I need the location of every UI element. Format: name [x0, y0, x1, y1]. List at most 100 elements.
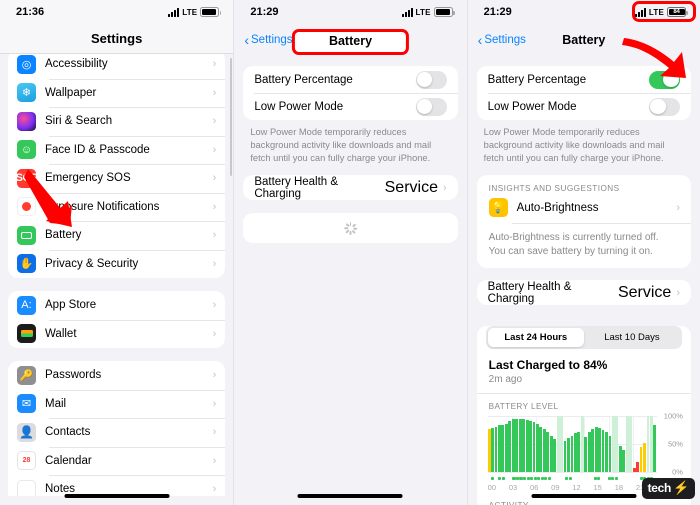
- sidebar-item-wallet[interactable]: Wallet ›: [8, 319, 226, 349]
- battery-percentage-toggle[interactable]: [415, 70, 447, 89]
- battery-percentage-row[interactable]: Battery Percentage: [477, 66, 691, 93]
- accessibility-icon: ◎: [17, 54, 36, 74]
- low-power-mode-footnote: Low Power Mode temporarily reduces backg…: [483, 127, 665, 163]
- cellular-signal-icon: [401, 7, 413, 17]
- chevron-right-icon: ›: [212, 200, 217, 213]
- sidebar-item-label: Wallet: [45, 327, 77, 340]
- battery-level-chart: 100% 50% 0%: [477, 412, 691, 477]
- sidebar-item-label: Emergency SOS: [45, 172, 131, 185]
- back-button[interactable]: ‹ Settings: [244, 33, 292, 47]
- last-charged-label: Last Charged to 84%: [488, 358, 608, 373]
- chevron-right-icon: ›: [676, 201, 680, 214]
- cellular-signal-icon: [168, 7, 180, 17]
- sidebar-item-battery[interactable]: Battery ›: [8, 221, 226, 250]
- wallet-icon: [17, 324, 36, 344]
- sidebar-item-label: Battery: [45, 229, 82, 242]
- panel-battery-after: 21:29 LTE 84 ‹ Settings Battery Battery …: [466, 0, 700, 505]
- sidebar-item-contacts[interactable]: 👤 Contacts ›: [8, 418, 226, 447]
- chevron-right-icon: ›: [212, 86, 217, 99]
- calendar-icon: 28: [17, 451, 36, 471]
- battery-health-row[interactable]: Battery Health & Charging Service ›: [243, 175, 457, 200]
- battery-health-value: Service: [617, 283, 672, 301]
- battery-health-value: Service: [384, 178, 438, 196]
- sidebar-item-siri-search[interactable]: Siri & Search ›: [8, 107, 226, 136]
- segment-last-10-days[interactable]: Last 10 Days: [584, 328, 680, 347]
- chevron-right-icon: ›: [212, 454, 217, 467]
- battery-health-card: Battery Health & Charging Service ›: [476, 280, 691, 306]
- sidebar-item-exposure-notifications[interactable]: Exposure Notifications ›: [8, 192, 226, 222]
- last-charged-ago: 2m ago: [476, 372, 691, 395]
- insights-header: INSIGHTS AND SUGGESTIONS: [488, 184, 620, 194]
- status-battery-icon: [200, 7, 222, 17]
- chevron-right-icon: ›: [212, 426, 217, 439]
- battery-percentage-row[interactable]: Battery Percentage: [243, 66, 457, 93]
- status-battery-indicator: 84: [666, 7, 688, 17]
- low-power-mode-label: Low Power Mode: [487, 100, 577, 113]
- chevron-right-icon: ›: [212, 327, 217, 340]
- chart-y-axis: 100% 50% 0%: [657, 412, 683, 477]
- watermark-text: tech: [647, 481, 672, 495]
- x-tick-label: 03: [508, 483, 518, 493]
- sidebar-item-label: Mail: [45, 397, 67, 410]
- back-button[interactable]: ‹ Settings: [478, 33, 526, 47]
- y-tick-label: 100%: [663, 411, 683, 421]
- exposure-icon: [17, 197, 36, 217]
- sidebar-item-mail[interactable]: ✉ Mail ›: [8, 389, 226, 419]
- segment-last-24-hours[interactable]: Last 24 Hours: [487, 328, 584, 348]
- status-bar: 21:29 LTE 84: [468, 0, 700, 24]
- status-time: 21:36: [16, 6, 45, 18]
- chart-bars: [487, 416, 657, 473]
- chevron-right-icon: ›: [676, 286, 680, 299]
- x-tick-label: 18: [614, 483, 624, 493]
- home-indicator: [64, 494, 170, 498]
- sidebar-item-calendar[interactable]: 28 Calendar ›: [8, 446, 226, 476]
- chevron-right-icon: ›: [212, 58, 217, 71]
- sidebar-item-wallpaper[interactable]: ❄ Wallpaper ›: [8, 78, 226, 108]
- sidebar-item-accessibility[interactable]: ◎ Accessibility ›: [8, 54, 225, 79]
- passwords-icon: 🔑: [17, 365, 36, 385]
- low-power-mode-row[interactable]: Low Power Mode: [477, 93, 692, 120]
- y-tick-label: 0%: [672, 467, 683, 477]
- sidebar-item-label: Privacy & Security: [45, 257, 139, 270]
- status-time: 21:29: [250, 6, 279, 18]
- low-power-mode-toggle[interactable]: [648, 97, 680, 116]
- usage-range-segmented-control[interactable]: Last 24 Hours Last 10 Days: [485, 326, 682, 350]
- sidebar-item-notes[interactable]: Notes ›: [8, 475, 226, 496]
- nav-bar: ‹ Settings Battery: [234, 24, 466, 56]
- sidebar-item-passwords[interactable]: 🔑 Passwords ›: [8, 361, 225, 390]
- wallpaper-icon: ❄: [17, 83, 36, 103]
- sidebar-item-label: Face ID & Passcode: [45, 143, 150, 156]
- sidebar-item-face-id-passcode[interactable]: ☺ Face ID & Passcode ›: [8, 135, 226, 165]
- home-indicator: [297, 494, 403, 498]
- x-tick-label: 15: [593, 483, 602, 493]
- lightning-bolt-icon: ⚡: [673, 480, 689, 495]
- status-bar: 21:36 LTE: [0, 0, 234, 24]
- low-power-mode-row[interactable]: Low Power Mode: [243, 93, 458, 120]
- battery-health-row[interactable]: Battery Health & Charging Service ›: [477, 280, 691, 305]
- sidebar-item-label: App Store: [45, 299, 97, 312]
- sidebar-item-label: Wallpaper: [45, 86, 97, 99]
- battery-percentage-toggle[interactable]: [648, 70, 680, 89]
- battery-percentage-label: Battery Percentage: [254, 73, 353, 86]
- chevron-right-icon: ›: [442, 181, 447, 194]
- panel-battery-before: 21:29 LTE ‹ Settings Battery Battery Per…: [233, 0, 467, 505]
- network-type-label: LTE: [415, 7, 431, 17]
- chevron-right-icon: ›: [212, 483, 217, 496]
- appstore-icon: A:: [17, 295, 36, 315]
- low-power-mode-toggle[interactable]: [415, 97, 447, 116]
- sidebar-item-emergency-sos[interactable]: SOS Emergency SOS ›: [8, 164, 226, 193]
- chart-usage-ticks: [488, 475, 657, 481]
- settings-group-2: A: App Store › Wallet ›: [8, 291, 226, 349]
- settings-group-3: 🔑 Passwords › ✉ Mail › 👤 Contacts › 28 C…: [8, 361, 226, 496]
- nav-title-settings: Settings: [0, 24, 234, 54]
- auto-brightness-row[interactable]: 💡 Auto-Brightness ›: [477, 198, 692, 225]
- network-type-label: LTE: [648, 7, 664, 17]
- cellular-signal-icon: [634, 7, 646, 17]
- loading-spinner-icon: [343, 221, 357, 235]
- sidebar-item-app-store[interactable]: A: App Store ›: [8, 291, 225, 320]
- chevron-right-icon: ›: [212, 397, 217, 410]
- sidebar-item-privacy-security[interactable]: ✋ Privacy & Security ›: [8, 249, 226, 279]
- scrollbar[interactable]: [229, 58, 232, 176]
- sidebar-item-label: Accessibility: [45, 58, 108, 71]
- chart-x-axis: 00 03 06 09 12 15 18 21: [488, 483, 657, 492]
